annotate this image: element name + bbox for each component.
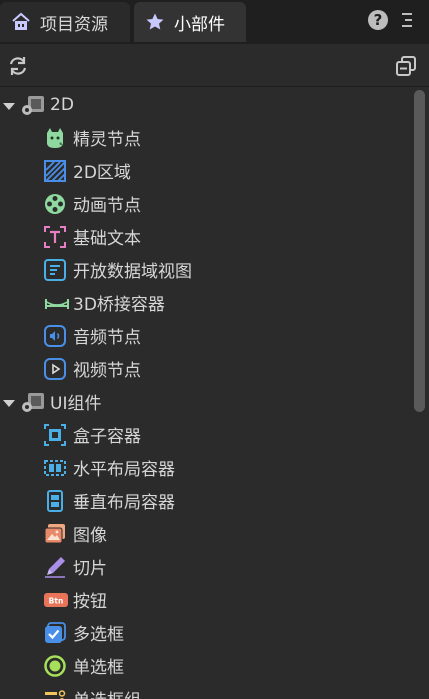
widget-item[interactable]: 垂直布局容器 <box>0 484 410 517</box>
item-label: 3D桥接容器 <box>73 295 165 315</box>
item-label: 视频节点 <box>73 361 141 381</box>
widget-item[interactable]: 开放数据域视图 <box>0 253 410 286</box>
radio-icon <box>44 654 66 677</box>
item-label: 单选框组 <box>73 686 141 699</box>
group-ui-components[interactable]: UI组件 <box>0 385 410 418</box>
widget-item[interactable]: 单选框组 <box>0 682 410 699</box>
widget-item[interactable]: 动画节点 <box>0 187 410 220</box>
hbox-icon <box>44 457 66 479</box>
widget-item[interactable]: 音频节点 <box>0 319 410 352</box>
scrollbar-thumb[interactable] <box>414 90 425 412</box>
area-2d-icon <box>44 159 66 182</box>
group-2d[interactable]: 2D <box>0 88 410 121</box>
item-label: 图像 <box>73 526 107 546</box>
button-icon-text: Btn <box>49 596 64 605</box>
menu-icon[interactable] <box>400 10 414 30</box>
widget-item[interactable]: 视频节点 <box>0 352 410 385</box>
help-icon[interactable]: ? <box>368 10 388 30</box>
slice-icon <box>44 556 66 578</box>
toolbar <box>0 44 429 87</box>
widgets-panel: 项目资源 小部件 ? 2D 精灵节点 2D区域 动画节点 基础文本 开放数据域视… <box>0 0 429 699</box>
sprite-icon <box>44 127 66 149</box>
refresh-icon[interactable] <box>6 54 30 78</box>
item-label: 水平布局容器 <box>73 460 175 480</box>
widget-item[interactable]: 图像 <box>0 517 410 550</box>
tab-project-assets[interactable]: 项目资源 <box>0 2 130 42</box>
bridge-icon <box>44 292 70 314</box>
widget-item[interactable]: 盒子容器 <box>0 418 410 451</box>
video-icon <box>44 357 66 380</box>
home-icon <box>10 11 32 33</box>
widget-tree: 2D 精灵节点 2D区域 动画节点 基础文本 开放数据域视图 3D桥接容器 音频… <box>0 87 412 699</box>
widget-item[interactable]: 水平布局容器 <box>0 451 410 484</box>
item-label: 音频节点 <box>73 328 141 348</box>
widget-item[interactable]: 多选框 <box>0 616 410 649</box>
item-label: 动画节点 <box>73 196 141 216</box>
item-label: 垂直布局容器 <box>73 493 175 513</box>
star-icon <box>144 11 166 33</box>
vbox-icon <box>44 489 66 512</box>
widget-group-icon <box>20 390 46 414</box>
item-label: 2D区域 <box>73 163 131 183</box>
group-label: UI组件 <box>50 394 102 414</box>
widget-item[interactable]: Btn 按钮 <box>0 583 410 616</box>
scrollbar[interactable] <box>412 87 429 699</box>
chevron-down-icon[interactable] <box>2 98 16 112</box>
item-label: 精灵节点 <box>73 130 141 150</box>
chevron-down-icon[interactable] <box>2 395 16 409</box>
item-label: 开放数据域视图 <box>73 262 192 282</box>
widget-item[interactable]: 基础文本 <box>0 220 410 253</box>
image-icon <box>44 523 66 545</box>
item-label: 单选框 <box>73 658 124 678</box>
collapse-all-icon[interactable] <box>394 54 418 78</box>
widget-item[interactable]: 单选框 <box>0 649 410 682</box>
tab-widgets[interactable]: 小部件 <box>134 2 246 42</box>
checkbox-icon <box>44 621 66 644</box>
open-data-view-icon <box>44 258 66 281</box>
widget-group-icon <box>20 93 46 117</box>
item-label: 切片 <box>73 559 107 579</box>
tab-label: 项目资源 <box>40 14 108 35</box>
item-label: 按钮 <box>73 592 107 612</box>
audio-icon <box>44 324 66 347</box>
widget-item[interactable]: 切片 <box>0 550 410 583</box>
animation-icon <box>44 193 66 215</box>
widget-item[interactable]: 3D桥接容器 <box>0 286 410 319</box>
box-container-icon <box>44 423 66 446</box>
text-icon <box>44 225 66 248</box>
button-icon: Btn <box>44 589 68 611</box>
widget-item[interactable]: 精灵节点 <box>0 121 410 154</box>
tab-bar: 项目资源 小部件 ? <box>0 0 429 44</box>
widget-item[interactable]: 2D区域 <box>0 154 410 187</box>
item-label: 盒子容器 <box>73 427 141 447</box>
item-label: 多选框 <box>73 625 124 645</box>
tab-label: 小部件 <box>174 14 225 35</box>
item-label: 基础文本 <box>73 229 141 249</box>
group-label: 2D <box>50 94 74 115</box>
radio-group-icon <box>44 688 66 699</box>
